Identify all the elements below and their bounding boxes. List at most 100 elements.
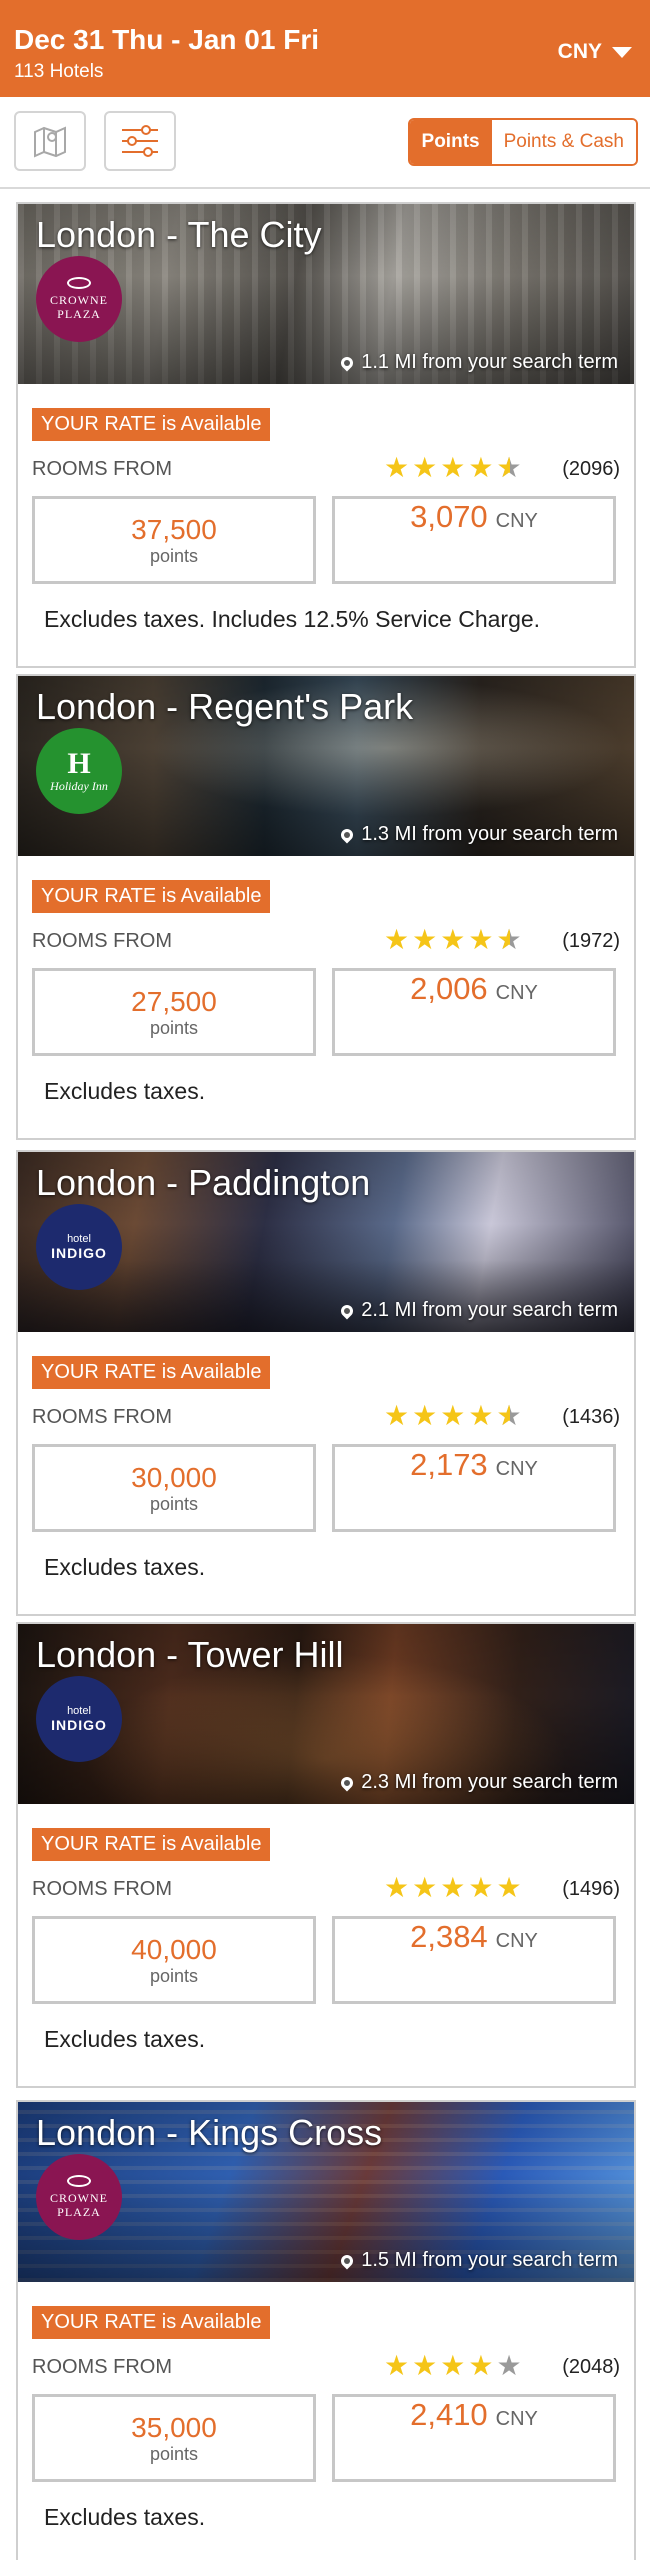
rooms-from-label: ROOMS FROM bbox=[32, 1878, 172, 1900]
points-price-button[interactable]: 37,500 points bbox=[32, 496, 316, 584]
points-unit: points bbox=[149, 1965, 199, 1986]
currency-selector[interactable]: CNY bbox=[558, 40, 632, 64]
toolbar: Points Points & Cash bbox=[0, 97, 650, 189]
hotel-photo[interactable]: London - Regent's Park H Holiday Inn 1.3… bbox=[18, 676, 634, 856]
rooms-from-label: ROOMS FROM bbox=[32, 458, 172, 480]
star-icon: ★ bbox=[440, 2350, 466, 2381]
star-rating: ★ ★ ★ ★ ★ bbox=[384, 2352, 522, 2380]
distance-text: 1.3 MI from your search term bbox=[361, 823, 618, 845]
star-icon: ★ bbox=[440, 1400, 466, 1431]
hotel-name: London - Regent's Park bbox=[36, 686, 414, 727]
star-icon: ★ bbox=[384, 1872, 410, 1903]
toggle-points[interactable]: Points bbox=[409, 120, 492, 164]
star-icon: ★ bbox=[468, 1400, 494, 1431]
top-header: Dec 31 Thu - Jan 01 Fri 113 Hotels CNY bbox=[0, 0, 650, 97]
date-range[interactable]: Dec 31 Thu - Jan 01 Fri bbox=[14, 24, 319, 56]
star-icon: ★ bbox=[412, 452, 438, 483]
map-view-button[interactable] bbox=[14, 111, 86, 171]
tax-note: Excludes taxes. Includes 12.5% Service C… bbox=[44, 606, 541, 632]
distance: 1.3 MI from your search term bbox=[338, 823, 618, 846]
review-count: (1972) bbox=[562, 930, 620, 952]
points-price-button[interactable]: 27,500 points bbox=[32, 968, 316, 1056]
review-count: (1436) bbox=[562, 1406, 620, 1428]
filter-button[interactable] bbox=[104, 111, 176, 171]
location-pin-icon bbox=[338, 826, 356, 843]
star-icon: ★ bbox=[384, 1400, 410, 1431]
points-unit: points bbox=[149, 2443, 199, 2464]
hotel-photo[interactable]: London - Tower Hill hotel INDIGO 2.3 MI … bbox=[18, 1624, 634, 1804]
cash-price-button[interactable]: 2,006 CNY bbox=[332, 968, 616, 1056]
cash-price-button[interactable]: 2,173 CNY bbox=[332, 1444, 616, 1532]
map-icon bbox=[34, 126, 66, 158]
hotel-photo[interactable]: London - The City CROWNE PLAZA 1.1 MI fr… bbox=[18, 204, 634, 384]
filter-sliders-icon bbox=[122, 125, 158, 157]
cash-currency: CNY bbox=[495, 1458, 538, 1480]
star-rating: ★ ★ ★ ★ ★ bbox=[384, 924, 522, 955]
points-price-button[interactable]: 30,000 points bbox=[32, 1444, 316, 1532]
cash-price-button[interactable]: 2,410 CNY bbox=[332, 2394, 616, 2482]
rate-badge: YOUR RATE is Available bbox=[32, 408, 271, 441]
distance: 1.1 MI from your search term bbox=[338, 351, 618, 374]
star-icon: ★ bbox=[468, 1872, 494, 1903]
caret-down-icon bbox=[612, 46, 632, 58]
toggle-points-and-cash[interactable]: Points & Cash bbox=[491, 120, 636, 164]
cash-price-button[interactable]: 3,070 CNY bbox=[332, 496, 616, 584]
location-pin-icon bbox=[338, 2252, 356, 2269]
hotel-name: London - Tower Hill bbox=[36, 1634, 344, 1675]
star-icon: ★ bbox=[440, 1872, 466, 1903]
points-amount: 30,000 bbox=[131, 1461, 217, 1493]
cash-currency: CNY bbox=[495, 2408, 538, 2430]
hotel-photo[interactable]: London - Kings Cross CROWNE PLAZA 1.5 MI… bbox=[18, 2102, 634, 2282]
rate-badge: YOUR RATE is Available bbox=[32, 1356, 271, 1389]
hotel-indigo-logo: hotel INDIGO bbox=[36, 1676, 122, 1762]
rate-badge: YOUR RATE is Available bbox=[32, 1828, 271, 1861]
currency-label: CNY bbox=[557, 40, 602, 63]
hotel-card[interactable]: London - Paddington hotel INDIGO 2.1 MI … bbox=[16, 1150, 636, 1616]
distance-text: 1.5 MI from your search term bbox=[361, 2249, 618, 2271]
star-icon: ★ bbox=[384, 924, 410, 955]
hotel-card[interactable]: London - The City CROWNE PLAZA 1.1 MI fr… bbox=[16, 202, 636, 668]
star-rating: ★ ★ ★ ★ ★ bbox=[384, 1400, 522, 1431]
star-icon: ★ bbox=[468, 452, 494, 483]
points-amount: 27,500 bbox=[131, 985, 217, 1017]
tax-note: Excludes taxes. bbox=[44, 1078, 206, 1104]
star-icon: ★ bbox=[384, 452, 410, 483]
crowne-plaza-logo: CROWNE PLAZA bbox=[36, 256, 122, 342]
star-icon: ★ bbox=[412, 2350, 438, 2381]
points-unit: points bbox=[149, 545, 199, 566]
star-icon: ★ bbox=[468, 924, 494, 955]
points-price-button[interactable]: 40,000 points bbox=[32, 1916, 316, 2004]
points-unit: points bbox=[149, 1493, 199, 1514]
cash-amount: 3,070 bbox=[410, 499, 488, 534]
hotel-count: 113 Hotels bbox=[14, 61, 104, 82]
hotel-photo[interactable]: London - Paddington hotel INDIGO 2.1 MI … bbox=[18, 1152, 634, 1332]
hotel-card[interactable]: London - Kings Cross CROWNE PLAZA 1.5 MI… bbox=[16, 2100, 636, 2560]
cash-amount: 2,006 bbox=[410, 971, 488, 1006]
review-count: (2048) bbox=[562, 2356, 620, 2378]
points-unit: points bbox=[149, 1017, 199, 1038]
points-price-button[interactable]: 35,000 points bbox=[32, 2394, 316, 2482]
points-amount: 35,000 bbox=[131, 2411, 217, 2443]
rate-badge: YOUR RATE is Available bbox=[32, 2306, 271, 2339]
star-icon: ★ bbox=[440, 452, 466, 483]
distance-text: 2.3 MI from your search term bbox=[361, 1771, 618, 1793]
cash-currency: CNY bbox=[495, 982, 538, 1004]
holiday-inn-logo: H Holiday Inn bbox=[36, 728, 122, 814]
cash-price-button[interactable]: 2,384 CNY bbox=[332, 1916, 616, 2004]
hotel-card[interactable]: London - Tower Hill hotel INDIGO 2.3 MI … bbox=[16, 1622, 636, 2088]
hotel-name: London - Paddington bbox=[36, 1162, 371, 1203]
location-pin-icon bbox=[338, 1302, 356, 1319]
hotel-card[interactable]: London - Regent's Park H Holiday Inn 1.3… bbox=[16, 674, 636, 1140]
tax-note: Excludes taxes. bbox=[44, 1554, 206, 1580]
rooms-from-label: ROOMS FROM bbox=[32, 930, 172, 952]
distance: 1.5 MI from your search term bbox=[338, 2249, 618, 2272]
cash-amount: 2,173 bbox=[410, 1447, 488, 1482]
review-count: (2096) bbox=[562, 458, 620, 480]
hotel-indigo-logo: hotel INDIGO bbox=[36, 1204, 122, 1290]
distance: 2.1 MI from your search term bbox=[338, 1299, 618, 1322]
half-star-icon: ★ bbox=[496, 926, 521, 955]
distance: 2.3 MI from your search term bbox=[338, 1771, 618, 1794]
star-icon: ★ bbox=[412, 1872, 438, 1903]
star-icon: ★ bbox=[440, 924, 466, 955]
review-count: (1496) bbox=[562, 1878, 620, 1900]
